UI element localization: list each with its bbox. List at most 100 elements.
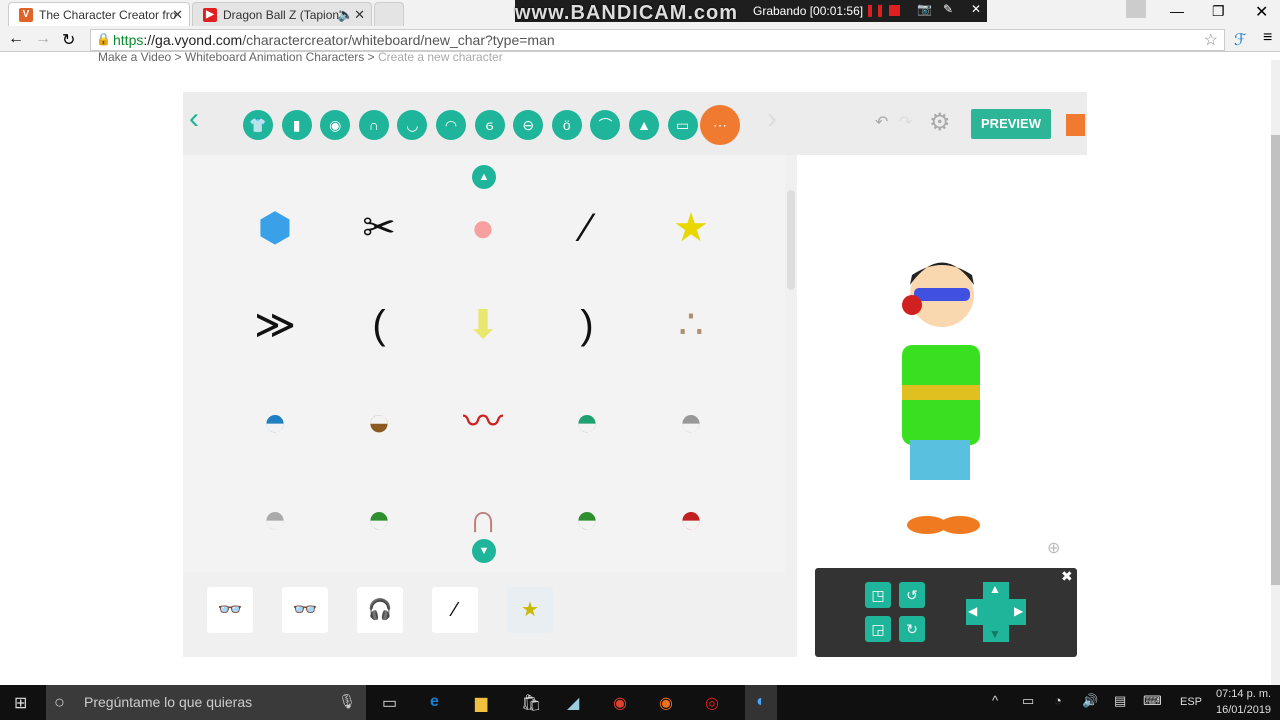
active-app-icon[interactable]: ◐: [745, 685, 777, 720]
category-hair-icon[interactable]: ∩: [358, 110, 389, 140]
breadcrumb-make-video[interactable]: Make a Video: [98, 50, 171, 64]
tray-item-sunglasses[interactable]: 👓: [282, 587, 328, 633]
item-reindeer-hat[interactable]: ◓: [656, 484, 726, 554]
stop-icon[interactable]: [889, 5, 900, 16]
back-icon[interactable]: ←: [8, 30, 24, 48]
item-tie[interactable]: ⬇: [448, 290, 518, 360]
forward-icon[interactable]: →: [35, 30, 51, 48]
tab-dragon-ball[interactable]: ▶ Dragon Ball Z (Tapion's 🔈✕: [192, 2, 372, 26]
grid-scrollbar[interactable]: [787, 190, 795, 290]
file-explorer-icon[interactable]: ▆: [475, 693, 487, 713]
close-panel-icon[interactable]: ✖: [1061, 568, 1073, 585]
windows-start-icon[interactable]: ⊞: [14, 693, 27, 713]
item-freckles[interactable]: ∴: [656, 290, 726, 360]
minimize-button[interactable]: —: [1170, 3, 1184, 19]
category-shirt-icon[interactable]: 👕: [243, 110, 273, 140]
tab-character-creator[interactable]: V The Character Creator fro ✕: [8, 2, 190, 26]
microphone-icon[interactable]: 🎙: [338, 693, 356, 710]
item-trapper-hat[interactable]: ◓: [656, 387, 726, 457]
item-gem[interactable]: ⬢: [240, 193, 310, 263]
item-cowboy-hat[interactable]: ◒: [344, 387, 414, 457]
restore-button[interactable]: ❐: [1212, 3, 1225, 20]
tray-item-scar[interactable]: ⁄: [432, 587, 478, 633]
item-blush[interactable]: ●: [448, 193, 518, 263]
category-eye-icon[interactable]: ö: [551, 110, 582, 140]
scale-up-button[interactable]: ◳: [865, 582, 891, 608]
item-scar[interactable]: ⁄: [552, 193, 622, 263]
clock-time[interactable]: 07:14 p. m.: [1216, 688, 1271, 700]
reload-icon[interactable]: ↻: [62, 30, 75, 50]
move-left-icon[interactable]: ◀: [968, 604, 977, 618]
breadcrumb-whiteboard[interactable]: Whiteboard Animation Characters: [185, 50, 364, 64]
close-window-button[interactable]: ✕: [1255, 2, 1268, 22]
battery-icon[interactable]: ▭: [1022, 693, 1034, 709]
new-tab-button[interactable]: [374, 2, 404, 26]
notifications-icon[interactable]: ▤: [1114, 693, 1126, 709]
rotate-right-button[interactable]: ↻: [899, 616, 925, 642]
profile-icon[interactable]: [1126, 0, 1146, 18]
chrome-icon[interactable]: ◉: [613, 693, 627, 713]
category-mustache-icon[interactable]: ⊖: [513, 110, 544, 140]
item-green-cap[interactable]: ◓: [552, 387, 622, 457]
category-ear-icon[interactable]: ϭ: [474, 110, 505, 140]
bookmark-star-icon[interactable]: ☆: [1204, 30, 1218, 50]
menu-icon[interactable]: ≡: [1263, 29, 1272, 47]
pause-icon[interactable]: ❚❚: [865, 3, 885, 17]
tray-item-headset[interactable]: 🎧: [357, 587, 403, 633]
close-tab-icon[interactable]: ✕: [172, 7, 183, 23]
item-star[interactable]: ★: [656, 193, 726, 263]
item-stripes[interactable]: ≫: [240, 290, 310, 360]
item-headband[interactable]: 〰: [448, 387, 518, 457]
pencil-icon[interactable]: ✎: [943, 2, 953, 16]
camera-icon[interactable]: 📷: [917, 2, 932, 16]
zoom-icon[interactable]: ⊕: [1047, 538, 1060, 558]
close-tab-icon[interactable]: 🔈✕: [338, 7, 365, 23]
item-pompom-hat[interactable]: ◓: [344, 484, 414, 554]
store-icon[interactable]: 🛍: [521, 693, 541, 713]
item-elf-hat[interactable]: ◓: [552, 484, 622, 554]
preview-button[interactable]: PREVIEW: [971, 109, 1051, 139]
task-view-icon[interactable]: ▭: [382, 693, 397, 713]
item-blue-cap[interactable]: ◓: [240, 387, 310, 457]
item-hook[interactable]: ): [552, 290, 622, 360]
scroll-down-button[interactable]: ▼: [472, 539, 496, 563]
scroll-up-button[interactable]: ▲: [472, 165, 496, 189]
category-mouth-icon[interactable]: ◠: [436, 110, 466, 140]
settings-gear-icon[interactable]: ⚙: [929, 108, 951, 137]
close-recorder-icon[interactable]: ✕: [971, 2, 981, 16]
tray-chevron-icon[interactable]: ^: [992, 693, 998, 708]
language-indicator[interactable]: ESP: [1180, 696, 1202, 708]
item-stitches[interactable]: ✂: [344, 193, 414, 263]
save-icon[interactable]: [1066, 114, 1085, 136]
back-arrow-icon[interactable]: ‹: [189, 102, 199, 136]
rotate-left-button[interactable]: ↺: [899, 582, 925, 608]
move-right-icon[interactable]: ▶: [1014, 604, 1023, 618]
keyboard-icon[interactable]: ⌨: [1143, 693, 1162, 709]
move-up-icon[interactable]: ▲: [989, 582, 1001, 596]
category-pants-icon[interactable]: ▮: [281, 110, 312, 140]
category-face-shape-icon[interactable]: ◉: [320, 110, 351, 140]
firefox-icon[interactable]: ◉: [659, 693, 673, 713]
app-icon[interactable]: ◢: [567, 693, 579, 713]
extension-icon[interactable]: ℱ: [1234, 30, 1247, 50]
clock-date[interactable]: 16/01/2019: [1216, 704, 1271, 716]
bandicam-icon[interactable]: ◎: [705, 693, 719, 713]
edge-icon[interactable]: e: [430, 693, 439, 711]
item-curve[interactable]: (: [344, 290, 414, 360]
tray-item-star[interactable]: ★: [507, 587, 553, 633]
next-arrow-icon[interactable]: ›: [767, 102, 777, 136]
redo-icon[interactable]: ↷: [899, 112, 912, 132]
category-nose-icon[interactable]: ▲: [629, 110, 659, 140]
tray-item-sunglasses[interactable]: 👓: [207, 587, 253, 633]
move-down-icon[interactable]: ▼: [989, 627, 1001, 641]
category-accessories-icon[interactable]: ⋯: [700, 105, 740, 145]
undo-icon[interactable]: ↶: [875, 112, 888, 132]
scale-down-button[interactable]: ◲: [865, 616, 891, 642]
url-input[interactable]: 🔒 https://ga.vyond.com/charactercreator/…: [90, 29, 1225, 51]
page-scrollbar[interactable]: [1271, 60, 1280, 685]
wifi-icon[interactable]: ◔: [1054, 693, 1062, 708]
cortana-search-input[interactable]: ○ Pregúntame lo que quieras 🎙: [46, 685, 366, 720]
category-glasses-icon[interactable]: ▭: [667, 110, 698, 140]
item-beanie[interactable]: ◓: [240, 484, 310, 554]
volume-icon[interactable]: 🔊: [1082, 693, 1098, 709]
